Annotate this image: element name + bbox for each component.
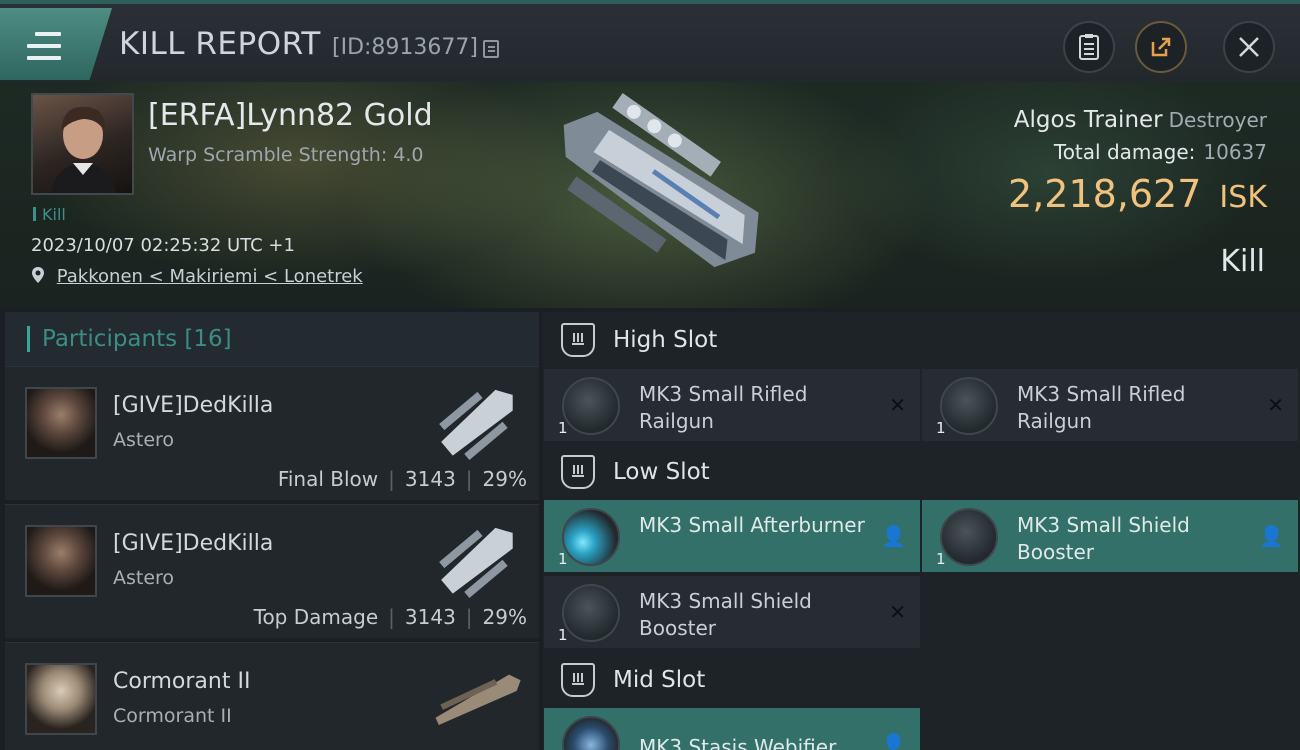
- victim-avatar[interactable]: [31, 93, 134, 195]
- module-name: MK3 Stasis Webifier: [639, 735, 837, 750]
- module-item[interactable]: 1 MK3 Small Rifled Railgun ✕: [922, 369, 1298, 441]
- module-name: MK3 Small Rifled Railgun: [1017, 382, 1186, 433]
- high-slot-header: High Slot: [543, 312, 1300, 368]
- isk-unit: ISK: [1219, 180, 1267, 215]
- participant-ship-image: [435, 674, 521, 725]
- module-quantity: 1: [936, 550, 946, 568]
- participant-avatar: [25, 663, 97, 735]
- participant-ship-image: [439, 389, 513, 460]
- isk-value: 2,218,627 ISK: [1008, 172, 1267, 216]
- ship-class-label: Destroyer: [1168, 108, 1267, 132]
- victim-banner: [ERFA]Lynn82 Gold Warp Scramble Strength…: [0, 82, 1300, 308]
- participant-ship: Astero: [113, 567, 175, 589]
- module-name: MK3 Small Shield Booster: [639, 589, 812, 640]
- hamburger-icon: [27, 32, 61, 60]
- module-item[interactable]: 1 MK3 Small Afterburner 👤: [544, 500, 920, 572]
- total-damage-value: 10637: [1203, 140, 1267, 164]
- destroyed-icon: ✕: [889, 600, 906, 624]
- location-pin-icon: [32, 267, 44, 283]
- participant-stats: Top Damage | 3143 | 29%: [253, 605, 527, 629]
- mid-slot-title: Mid Slot: [613, 667, 706, 693]
- module-item[interactable]: 1 MK3 Small Shield Booster ✕: [544, 576, 920, 648]
- slot-shield-icon: [561, 455, 595, 489]
- close-button[interactable]: [1223, 21, 1275, 73]
- participant-ship: Astero: [113, 429, 175, 451]
- participants-title: Participants [16]: [42, 326, 232, 352]
- participant-ship-image: [439, 527, 513, 598]
- low-slot-header: Low Slot: [543, 444, 1300, 500]
- railgun-icon: [562, 377, 620, 435]
- participant-stats: Final Blow | 3143 | 29%: [277, 467, 527, 491]
- person-icon: 👤: [1259, 524, 1284, 548]
- mid-slot-header: Mid Slot: [543, 652, 1300, 708]
- module-quantity: 1: [558, 419, 568, 437]
- copy-icon[interactable]: [483, 40, 499, 58]
- destroyed-icon: ✕: [1267, 393, 1284, 417]
- destroyed-icon: ✕: [889, 393, 906, 417]
- participant-role: Final Blow: [277, 467, 379, 491]
- module-quantity: 1: [558, 626, 568, 644]
- kill-result: Kill: [1220, 244, 1265, 279]
- shield-booster-icon: [940, 508, 998, 566]
- high-slot-title: High Slot: [613, 327, 718, 353]
- participants-header[interactable]: Participants [16]: [5, 312, 539, 366]
- victim-subtitle: Warp Scramble Strength: 4.0: [148, 144, 424, 166]
- participants-panel: Participants [16] [GIVE]DedKilla Astero …: [5, 312, 539, 750]
- person-icon: 👤: [881, 524, 906, 548]
- kill-location: Pakkonen < Makiriemi < Lonetrek: [31, 266, 363, 287]
- participant-row[interactable]: [GIVE]DedKilla Astero Final Blow | 3143 | 29…: [5, 366, 539, 500]
- isk-amount: 2,218,627: [1008, 172, 1202, 216]
- stasis-webifier-icon: [562, 716, 620, 750]
- victim-ship-image: [563, 93, 759, 268]
- menu-button[interactable]: [0, 8, 112, 80]
- module-name: MK3 Small Shield Booster: [1017, 513, 1190, 564]
- participant-avatar: [25, 387, 97, 459]
- page-title: KILL REPORT: [119, 26, 321, 62]
- share-icon: [1151, 37, 1171, 57]
- location-link[interactable]: Pakkonen < Makiriemi < Lonetrek: [57, 266, 363, 287]
- module-item[interactable]: MK3 Stasis Webifier 👤: [544, 708, 920, 750]
- participant-name: [GIVE]DedKilla: [113, 531, 274, 556]
- fitting-panel: High Slot 1 MK3 Small Rifled Railgun ✕ 1…: [543, 312, 1300, 750]
- module-quantity: 1: [936, 419, 946, 437]
- participant-row[interactable]: [GIVE]DedKilla Astero Top Damage | 3143 | 29…: [5, 504, 539, 638]
- share-button[interactable]: [1135, 21, 1187, 73]
- ship-name-label: Algos Trainer: [1013, 107, 1163, 133]
- module-item[interactable]: 1 MK3 Small Shield Booster 👤: [922, 500, 1298, 572]
- slot-shield-icon: [561, 663, 595, 697]
- participant-row[interactable]: Cormorant II Cormorant II: [5, 642, 539, 750]
- low-slot-title: Low Slot: [613, 459, 710, 485]
- participant-name: Cormorant II: [113, 669, 251, 694]
- module-quantity: 1: [558, 550, 568, 568]
- participant-avatar: [25, 525, 97, 597]
- participant-name: [GIVE]DedKilla: [113, 393, 274, 418]
- participant-ship: Cormorant II: [113, 705, 232, 727]
- participant-role: Top Damage: [253, 605, 379, 629]
- module-name: MK3 Small Rifled Railgun: [639, 382, 808, 433]
- participant-damage: 3143: [404, 605, 456, 629]
- participant-percent: 29%: [482, 605, 527, 629]
- module-name: MK3 Small Afterburner: [639, 513, 865, 537]
- person-icon: 👤: [881, 732, 906, 750]
- participant-damage: 3143: [404, 467, 456, 491]
- shield-booster-icon: [562, 584, 620, 642]
- notes-button[interactable]: [1063, 21, 1115, 73]
- afterburner-icon: [562, 508, 620, 566]
- slot-shield-icon: [561, 323, 595, 357]
- title-bar: KILL REPORT [ID:8913677]: [0, 0, 1300, 82]
- kill-tag: Kill: [33, 205, 66, 224]
- module-item[interactable]: 1 MK3 Small Rifled Railgun ✕: [544, 369, 920, 441]
- participant-percent: 29%: [482, 467, 527, 491]
- close-icon: [1239, 37, 1259, 57]
- kill-timestamp: 2023/10/07 02:25:32 UTC +1: [31, 235, 295, 256]
- victim-name[interactable]: [ERFA]Lynn82 Gold: [148, 98, 433, 133]
- report-id: [ID:8913677]: [332, 35, 478, 60]
- victim-ship-name[interactable]: Algos Trainer Destroyer: [1014, 107, 1267, 133]
- total-damage-label: Total damage:: [1053, 140, 1196, 164]
- clipboard-icon: [1079, 34, 1099, 60]
- railgun-icon: [940, 377, 998, 435]
- total-damage: Total damage: 10637: [1054, 140, 1267, 164]
